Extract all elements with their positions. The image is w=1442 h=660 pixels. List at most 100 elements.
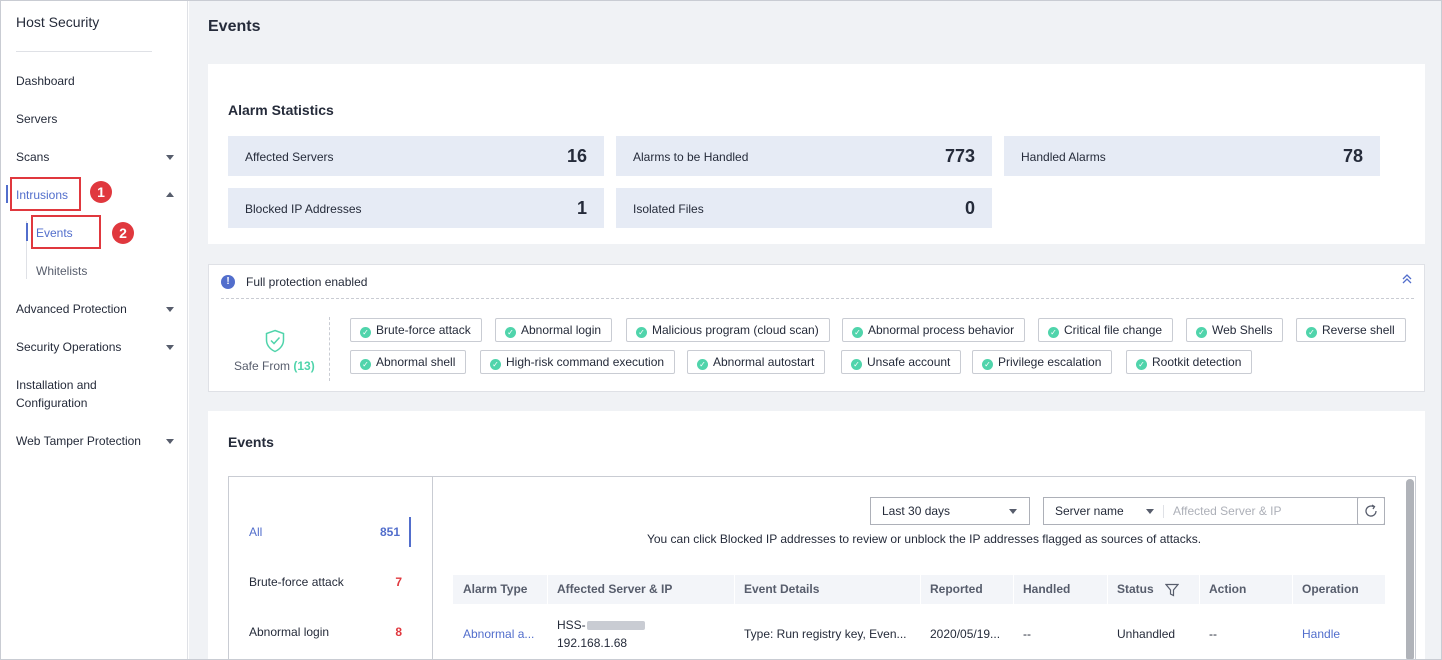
reported-time: 2020/05/19... [930,627,1001,641]
stat-value: 1 [576,198,587,218]
sidebar-item-scans[interactable]: Scans [16,150,49,164]
column-separator [1199,575,1200,604]
chevron-down-icon[interactable] [166,155,174,160]
search-box: Server name [1043,497,1385,525]
category-active-indicator [409,517,411,547]
alarm-type-link[interactable]: Abnormal a... [463,627,534,641]
divider [329,317,330,381]
protection-tag: ✓ Abnormal process behavior [842,318,1026,342]
events-panel: All 851 Brute-force attack 7 Abnormal lo… [228,476,1416,659]
column-separator [734,575,735,604]
sidebar-item-installation-line2[interactable]: Configuration [16,396,87,410]
column-operation: Operation [1302,582,1359,596]
check-icon: ✓ [636,327,647,338]
stat-handled-alarms: Handled Alarms 78 [1004,136,1380,176]
chevron-down-icon[interactable] [166,439,174,444]
protection-tag: ✓ Web Shells [1186,318,1284,342]
check-icon: ✓ [1136,359,1147,370]
tag-label: Brute-force attack [376,323,471,337]
handle-link[interactable]: Handle [1302,627,1340,641]
search-field-select[interactable]: Server name [1055,504,1124,518]
action-text: -- [1209,627,1217,641]
chevron-up-icon[interactable] [166,192,174,197]
sidebar-title: Host Security [16,14,100,30]
column-alarm-type: Alarm Type [463,582,528,596]
protection-tag: ✓ Reverse shell [1296,318,1406,342]
category-abnormal-login[interactable]: Abnormal login [249,625,329,639]
tag-label: Abnormal process behavior [868,323,1015,337]
status-text: Unhandled [1117,627,1176,641]
sidebar-divider [16,51,152,52]
protection-tag: ✓ Brute-force attack [350,318,482,342]
check-icon: ✓ [1306,327,1317,338]
stat-value: 78 [1342,146,1363,166]
sidebar-item-dashboard[interactable]: Dashboard [16,74,75,88]
alarm-statistics-title: Alarm Statistics [228,102,334,118]
time-range-select[interactable]: Last 30 days [870,497,1030,525]
protection-tag: ✓ Malicious program (cloud scan) [626,318,830,342]
stat-value: 0 [964,198,975,218]
category-brute-force[interactable]: Brute-force attack [249,575,344,589]
stat-value: 773 [944,146,975,166]
column-separator [547,575,548,604]
tag-label: Web Shells [1212,323,1273,337]
chevron-down-icon[interactable] [166,345,174,350]
category-count: 7 [395,575,402,589]
server-name-text: HSS- [557,618,586,632]
check-icon: ✓ [505,327,516,338]
protection-tag: ✓ Unsafe account [841,350,962,374]
event-category-list: All 851 Brute-force attack 7 Abnormal lo… [229,477,433,659]
stat-blocked-ips[interactable]: Blocked IP Addresses 1 [228,188,604,228]
refresh-button[interactable] [1357,497,1385,525]
safe-from-text: Safe From [234,359,291,373]
filter-icon[interactable] [1165,583,1179,597]
sidebar-item-advanced-protection[interactable]: Advanced Protection [16,302,127,316]
safe-from-label: Safe From (13) [234,359,315,373]
category-count: 8 [395,625,402,639]
protection-tag: ✓ Privilege escalation [972,350,1113,374]
sidebar: Host Security Dashboard Servers Scans In… [1,1,188,659]
alarm-statistics-card: Alarm Statistics Affected Servers 16 Ala… [208,64,1425,244]
redacted-text [586,621,645,631]
active-indicator [6,185,8,203]
scrollbar[interactable] [1406,479,1414,659]
stat-isolated-files[interactable]: Isolated Files 0 [616,188,992,228]
tag-label: Abnormal login [521,323,602,337]
sidebar-item-web-tamper-protection[interactable]: Web Tamper Protection [16,434,141,448]
sidebar-item-installation[interactable]: Installation and [16,378,97,392]
divider [221,298,1414,299]
tag-label: Rootkit detection [1152,355,1242,369]
check-icon: ✓ [982,359,993,370]
chevron-down-icon [1009,509,1017,514]
collapse-icon[interactable] [1402,273,1412,287]
search-input[interactable] [1173,499,1343,523]
column-affected-server: Affected Server & IP [557,582,673,596]
check-icon: ✓ [360,359,371,370]
chevron-down-icon[interactable] [1146,509,1154,514]
callout-box-2 [31,215,101,249]
sidebar-item-servers[interactable]: Servers [16,112,57,126]
time-range-value: Last 30 days [882,504,951,518]
callout-box-1 [10,177,81,211]
chevron-down-icon[interactable] [166,307,174,312]
stat-label: Affected Servers [245,150,334,164]
stat-alarms-to-handle: Alarms to be Handled 773 [616,136,992,176]
safe-from-count: (13) [293,359,315,373]
category-count: 851 [379,525,400,539]
stat-label: Blocked IP Addresses [245,202,362,216]
category-all[interactable]: All [249,525,262,539]
sidebar-subitem-whitelists[interactable]: Whitelists [36,264,87,278]
divider [1163,505,1164,518]
events-title: Events [228,434,274,450]
app-window: Host Security Dashboard Servers Scans In… [0,0,1442,660]
protection-tag: ✓ Rootkit detection [1126,350,1253,374]
column-action: Action [1209,582,1247,596]
protection-tag: ✓ Abnormal login [495,318,613,342]
stat-label: Handled Alarms [1021,150,1106,164]
sidebar-item-security-operations[interactable]: Security Operations [16,340,121,354]
column-separator [1013,575,1014,604]
check-icon: ✓ [1196,327,1207,338]
tag-label: Reverse shell [1322,323,1395,337]
table-header: Alarm Type Affected Server & IP Event De… [453,575,1385,604]
shield-check-icon [265,329,285,353]
